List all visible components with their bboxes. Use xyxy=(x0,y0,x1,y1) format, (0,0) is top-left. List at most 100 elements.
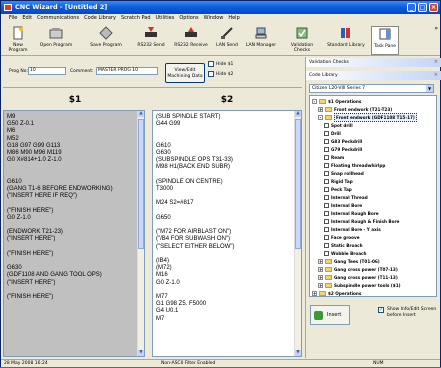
tree-item-label: Internal Bore xyxy=(331,203,363,208)
code-editor-1[interactable]: M9 G50 Z-0.1 M6 M52 G18 G97 G99 G113 M86… xyxy=(3,110,145,357)
expand-icon[interactable]: + xyxy=(318,107,323,112)
validation-checks-header[interactable]: Validation Checks × xyxy=(306,58,441,67)
tree-item[interactable]: - Front endwork (GDF1108 T15-17) xyxy=(318,113,417,122)
maximize-button[interactable]: □ xyxy=(418,3,427,12)
hide-2-checkbox[interactable] xyxy=(208,71,214,77)
tree-item[interactable]: Rigid Tap xyxy=(324,178,353,185)
insert-button[interactable]: Insert xyxy=(310,305,350,325)
tree-item[interactable]: Internal Bore - Y axis xyxy=(324,226,381,233)
expand-icon[interactable]: + xyxy=(318,283,323,288)
tree-item[interactable]: Internal Thread xyxy=(324,194,368,201)
menu-utilities[interactable]: Utilities xyxy=(156,14,175,23)
tree-item[interactable]: Internal Rough & Finish Bore xyxy=(324,218,399,225)
show-info-checkbox[interactable]: ✓ xyxy=(378,307,384,313)
editor-pane: Prog No: 10 Comment: MASTER PROG 10 View… xyxy=(3,57,302,358)
expand-icon[interactable]: + xyxy=(318,267,323,272)
expand-icon[interactable]: + xyxy=(318,275,323,280)
collapse-icon[interactable]: - xyxy=(318,115,323,120)
menu-window[interactable]: Window xyxy=(204,14,224,23)
new-program-button[interactable]: New Program xyxy=(3,26,33,55)
toolbar-overflow-icon[interactable]: » xyxy=(434,25,438,32)
scroll-down-icon[interactable]: ▼ xyxy=(138,350,144,356)
tree-item[interactable]: Drill xyxy=(324,130,341,137)
menu-file[interactable]: File xyxy=(9,14,17,23)
show-info-option[interactable]: ✓ Show Info/Edit Screen before Insert xyxy=(378,307,438,318)
tree-item[interactable]: Floating threadwhirlpp xyxy=(324,162,385,169)
menu-edit[interactable]: Edit xyxy=(22,14,32,23)
code-2-scrollbar[interactable]: ▲ ▼ xyxy=(294,111,301,356)
title-bar[interactable]: CNC Wizard - [Untitled 2] _ □ × xyxy=(1,1,440,14)
document-icon xyxy=(324,243,329,248)
menu-bar: File Edit Communications Code Library Sc… xyxy=(1,14,440,23)
validation-checks-button[interactable]: Validation Checks xyxy=(283,26,321,55)
document-icon xyxy=(324,195,329,200)
collapse-icon[interactable]: × xyxy=(434,58,438,67)
tree-item[interactable]: Face groove xyxy=(324,234,360,241)
tree-item[interactable]: - $1 Operations xyxy=(312,98,361,105)
scroll-down-icon[interactable]: ▼ xyxy=(295,350,301,356)
scroll-thumb[interactable] xyxy=(138,119,144,249)
tree-item[interactable]: G83 Peckdrill xyxy=(324,138,362,145)
document-icon xyxy=(324,155,329,160)
tree-item[interactable]: Internal Rough Bore xyxy=(324,210,379,217)
scroll-thumb[interactable] xyxy=(295,119,301,249)
tree-item[interactable]: + Gang cross power (T11-13) xyxy=(318,274,398,281)
document-icon xyxy=(324,187,329,192)
menu-scratch-pad[interactable]: Scratch Pad xyxy=(121,14,151,23)
code-library-tree[interactable]: - $1 Operations + Front endwork (T21-T23) - F… xyxy=(309,95,437,297)
menu-options[interactable]: Options xyxy=(179,14,198,23)
tree-item[interactable]: Ream xyxy=(324,154,344,161)
task-pane-button[interactable]: Task Pane xyxy=(371,26,399,55)
code-editor-2[interactable]: (SUB SPINDLE START) G44 G99 G610 G630 (S… xyxy=(152,110,302,357)
tree-item[interactable]: Snap rollhead xyxy=(324,170,364,177)
lan-send-button[interactable]: LAN Send xyxy=(215,26,239,55)
tree-item-label: Internal Bore - Y axis xyxy=(331,227,381,232)
task-pane: Validation Checks × Code Library × Citiz… xyxy=(305,57,441,358)
tree-item-label: $1 Operations xyxy=(328,99,362,104)
tree-item[interactable]: Spot drill xyxy=(324,122,353,129)
save-program-button[interactable]: Save Program xyxy=(87,26,125,55)
tree-item[interactable]: + $2 Operations xyxy=(312,290,361,296)
close-button[interactable]: × xyxy=(429,3,438,12)
tree-item[interactable]: + Gang cross power (T07-13) xyxy=(318,266,398,273)
tree-item[interactable]: Static Broach xyxy=(324,242,363,249)
hide-1-checkbox[interactable] xyxy=(208,61,214,67)
rs232-send-button[interactable]: RS232 Send xyxy=(136,26,166,55)
collapse-icon[interactable]: - xyxy=(312,99,317,104)
comment-input[interactable]: MASTER PROG 10 xyxy=(96,67,158,75)
tree-item-label: Internal Thread xyxy=(331,195,368,200)
lan-manager-button[interactable]: LAN Manager xyxy=(245,26,277,55)
tree-item-label: Subspindle power tools ($1) xyxy=(334,283,401,288)
menu-code-library[interactable]: Code Library xyxy=(84,14,116,23)
expand-icon[interactable]: + xyxy=(312,291,317,296)
tree-item[interactable]: Wobble Broach xyxy=(324,250,367,257)
scroll-up-icon[interactable]: ▲ xyxy=(295,111,301,117)
tree-item[interactable]: + Gang Tees (T01-06) xyxy=(318,258,380,265)
tree-item[interactable]: Internal Bore xyxy=(324,202,362,209)
tree-item-label: G83 Peckdrill xyxy=(331,139,363,144)
main-window: CNC Wizard - [Untitled 2] _ □ × File Edi… xyxy=(0,0,441,367)
collapse-icon[interactable]: × xyxy=(434,71,438,80)
tree-item[interactable]: + Front endwork (T21-T23) xyxy=(318,106,392,113)
menu-communications[interactable]: Communications xyxy=(37,14,79,23)
tree-item[interactable]: + Subspindle power tools ($1) xyxy=(318,282,401,289)
program-header: Prog No: 10 Comment: MASTER PROG 10 View… xyxy=(3,57,302,88)
open-program-button[interactable]: Open Program xyxy=(36,26,76,55)
rs232-receive-button[interactable]: RS232 Receive xyxy=(173,26,209,55)
expand-icon[interactable]: + xyxy=(318,259,323,264)
prog-no-input[interactable]: 10 xyxy=(28,67,66,75)
code-1-scrollbar[interactable]: ▲ ▼ xyxy=(137,111,144,356)
minimize-button[interactable]: _ xyxy=(407,3,416,12)
view-edit-machining-data-button[interactable]: View/Edit Machining Data xyxy=(165,63,205,83)
code-library-header[interactable]: Code Library × xyxy=(306,71,441,80)
chevron-down-icon[interactable]: ▼ xyxy=(426,85,433,92)
menu-help[interactable]: Help xyxy=(228,14,239,23)
standard-library-button[interactable]: Standard Library xyxy=(327,26,365,55)
library-select[interactable]: Citizen L20-VIII Series 7 ▼ xyxy=(309,84,434,93)
comment-label: Comment: xyxy=(70,69,94,74)
scroll-up-icon[interactable]: ▲ xyxy=(138,111,144,117)
tree-item[interactable]: G79 Peckdrill xyxy=(324,146,362,153)
toolbar: New Program Open Program Save Program RS… xyxy=(1,23,440,56)
folder-icon xyxy=(325,259,332,264)
tree-item[interactable]: Peck Tap xyxy=(324,186,352,193)
